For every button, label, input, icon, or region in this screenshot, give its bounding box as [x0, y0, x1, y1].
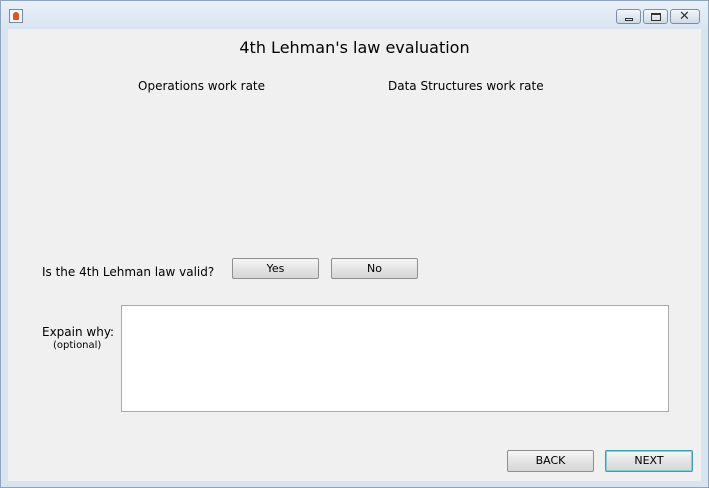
operations-work-rate-label: Operations work rate: [138, 79, 266, 93]
maximize-button[interactable]: [643, 9, 668, 24]
minimize-icon: [625, 18, 633, 21]
window-controls: ✕: [616, 9, 700, 24]
maximize-icon: [651, 13, 661, 21]
title-bar[interactable]: ✕: [1, 1, 708, 29]
optional-hint: (optional): [53, 340, 102, 351]
java-cup-icon: [9, 9, 23, 23]
next-button[interactable]: NEXT: [605, 450, 693, 472]
close-icon: ✕: [679, 9, 690, 24]
validity-question: Is the 4th Lehman law valid?: [42, 265, 215, 279]
no-button[interactable]: No: [331, 258, 418, 279]
explain-textarea[interactable]: [121, 305, 669, 412]
back-button[interactable]: BACK: [507, 450, 594, 472]
yes-button[interactable]: Yes: [232, 258, 319, 279]
explain-label: Expain why:: [42, 325, 115, 339]
content-panel: 4th Lehman's law evaluation Operations w…: [8, 29, 701, 481]
data-structures-work-rate-label: Data Structures work rate: [388, 79, 544, 93]
application-window: ✕ 4th Lehman's law evaluation Operations…: [0, 0, 709, 488]
close-button[interactable]: ✕: [670, 9, 700, 24]
minimize-button[interactable]: [616, 9, 641, 24]
page-title: 4th Lehman's law evaluation: [239, 38, 470, 57]
